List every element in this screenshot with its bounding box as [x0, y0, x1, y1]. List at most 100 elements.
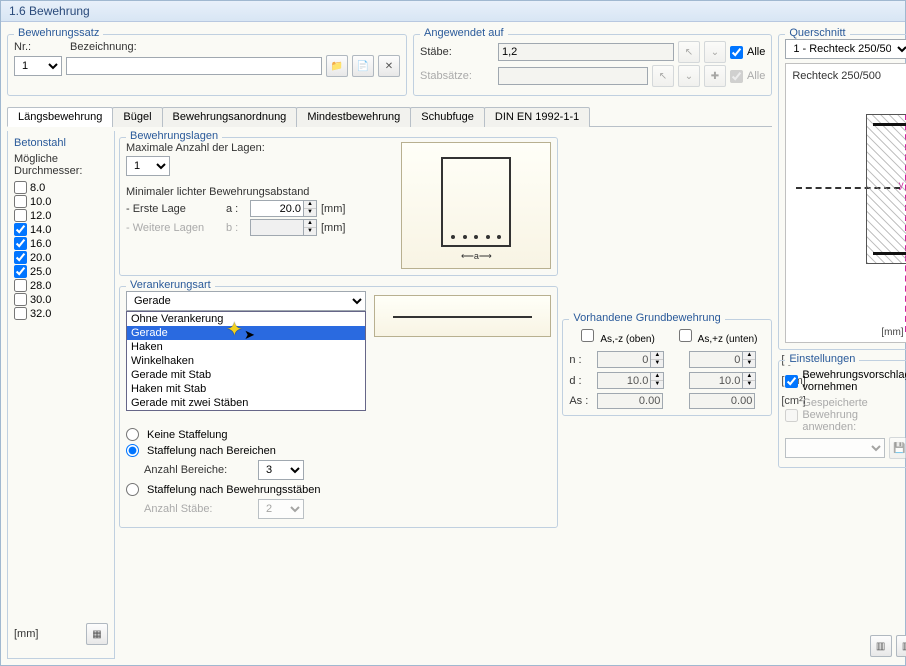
staebe-label: Stäbe: [420, 46, 494, 58]
bewehrungssatz-group: Bewehrungssatz Nr.: Bezeichnung: 1 📁 📄 ✕ [7, 34, 407, 96]
n-top [597, 351, 651, 368]
delete-icon[interactable]: ✕ [378, 55, 400, 77]
opt-gespeichert: Gespeicherte Bewehrung anwenden: [785, 397, 906, 433]
verankerung-option[interactable]: Winkelhaken [127, 354, 365, 368]
tab-din[interactable]: DIN EN 1992-1-1 [484, 107, 590, 127]
querschnitt-group: Querschnitt 1 - Rechteck 250/500 Rechtec… [778, 34, 906, 350]
diam-30.0[interactable]: 30.0 [14, 293, 108, 306]
save-icon: 💾 [889, 437, 906, 459]
alle-staebe-check[interactable]: Alle [730, 46, 765, 59]
diam-unit: [mm] [14, 628, 38, 640]
diam-16.0[interactable]: 16.0 [14, 237, 108, 250]
filter-staebe-icon: ⌄ [704, 41, 726, 63]
tab-mindest[interactable]: Mindestbewehrung [296, 107, 411, 127]
opt-vorschlag[interactable]: Bewehrungsvorschlag vornehmen [785, 369, 906, 393]
einstellungen-group: Einstellungen Bewehrungsvorschlag vorneh… [778, 360, 906, 468]
layout2-icon[interactable]: ▥ [896, 635, 906, 657]
diam-10.0[interactable]: 10.0 [14, 195, 108, 208]
saved-select [785, 438, 884, 458]
verankerung-options[interactable]: Ohne VerankerungGeradeHakenWinkelhakenGe… [126, 311, 366, 411]
as-bot-check[interactable]: As,+z (unten) [675, 326, 758, 345]
diam-8.0[interactable]: 8.0 [14, 181, 108, 194]
new-set-icon: ✚ [704, 65, 726, 87]
diam-25.0[interactable]: 25.0 [14, 265, 108, 278]
verankerung-graphic [374, 295, 551, 337]
verankerung-option[interactable]: Gerade mit zwei Stäben [127, 396, 365, 410]
copy-icon[interactable]: 📄 [352, 55, 374, 77]
n-bot [689, 351, 743, 368]
dialog-window: 1.6 Bewehrung Bewehrungssatz Nr.: Bezeic… [0, 0, 906, 666]
anz-staebe-label: Anzahl Stäbe: [144, 503, 254, 515]
verankerung-option[interactable]: Haken mit Stab [127, 382, 365, 396]
tab-laengs[interactable]: Längsbewehrung [7, 107, 113, 127]
stabsaetze-field [498, 67, 648, 85]
as-bot [689, 393, 755, 409]
verankerung-option[interactable]: Gerade [127, 326, 365, 340]
radio-staebe[interactable]: Staffelung nach Bewehrungsstäben [126, 483, 551, 496]
diam-14.0[interactable]: 14.0 [14, 223, 108, 236]
betonstahl-group: Betonstahl Mögliche Durchmesser: 8.010.0… [7, 131, 115, 659]
verankerung-option[interactable]: Gerade mit Stab [127, 368, 365, 382]
lagen-group: Bewehrungslagen Maximale Anzahl der Lage… [119, 137, 558, 276]
as-top-check[interactable]: As,-z (oben) [577, 326, 655, 345]
verankerung-group: Verankerungsart Gerade Ohne VerankerungG… [119, 286, 558, 528]
verankerung-option[interactable]: Ohne Verankerung [127, 312, 365, 326]
min-abstand-label: Minimaler lichter Bewehrungsabstand [126, 186, 393, 198]
lage-graphic: ⟵a⟶ [401, 142, 551, 269]
diam-lib-icon[interactable]: ▦ [86, 623, 108, 645]
einstellungen-legend: Einstellungen [785, 353, 859, 365]
nr-select[interactable]: 1 [14, 56, 62, 76]
pick-sets-icon: ↖ [652, 65, 674, 87]
querschnitt-preview: Rechteck 250/500 y z [mm] [785, 63, 906, 343]
querschnitt-select[interactable]: 1 - Rechteck 250/500 [785, 39, 906, 59]
erste-value[interactable] [250, 200, 304, 217]
bezeichnung-input[interactable] [66, 57, 322, 75]
diam-12.0[interactable]: 12.0 [14, 209, 108, 222]
verankerung-select[interactable]: Gerade [126, 291, 366, 311]
verankerung-option[interactable]: Haken [127, 340, 365, 354]
diam-desc: Mögliche Durchmesser: [14, 153, 108, 177]
diameter-list: 8.010.012.014.016.020.025.028.030.032.0 [14, 181, 108, 320]
tab-anordnung[interactable]: Bewehrungsanordnung [162, 107, 298, 127]
querschnitt-legend: Querschnitt [785, 27, 849, 39]
verankerung-legend: Verankerungsart [126, 279, 215, 291]
lagen-legend: Bewehrungslagen [126, 130, 222, 142]
verankerung-dropdown[interactable]: Gerade Ohne VerankerungGeradeHakenWinkel… [126, 291, 366, 337]
anz-bereiche-select[interactable]: 3 [258, 460, 304, 480]
layout1-icon[interactable]: ▥ [870, 635, 892, 657]
max-lagen-label: Maximale Anzahl der Lagen: [126, 142, 393, 154]
as-top [597, 393, 663, 409]
stabsaetze-label: Stabsätze: [420, 70, 494, 82]
betonstahl-legend: Betonstahl [14, 137, 108, 149]
erste-unit: [mm] [321, 203, 345, 215]
weitere-unit: [mm] [321, 222, 345, 234]
angewendet-group: Angewendet auf Stäbe: ↖ ⌄ Alle Stabsätze… [413, 34, 772, 96]
filter-sets-icon: ⌄ [678, 65, 700, 87]
grund-legend: Vorhandene Grundbewehrung [569, 312, 724, 324]
weitere-label: - Weitere Lagen [126, 222, 222, 234]
bewehrungssatz-legend: Bewehrungssatz [14, 27, 103, 39]
diam-32.0[interactable]: 32.0 [14, 307, 108, 320]
nr-label: Nr.: [14, 41, 66, 53]
open-icon[interactable]: 📁 [326, 55, 348, 77]
spin-up-icon[interactable]: ▲ [304, 201, 316, 209]
anz-staebe-select: 2 [258, 499, 304, 519]
tab-bar: Längsbewehrung Bügel Bewehrungsanordnung… [7, 106, 772, 127]
angewendet-legend: Angewendet auf [420, 27, 508, 39]
window-title: 1.6 Bewehrung [1, 1, 905, 22]
tab-buegel[interactable]: Bügel [112, 107, 162, 127]
d-top [597, 372, 651, 389]
diam-28.0[interactable]: 28.0 [14, 279, 108, 292]
diam-20.0[interactable]: 20.0 [14, 251, 108, 264]
erste-label: - Erste Lage [126, 203, 222, 215]
tab-schubfuge[interactable]: Schubfuge [410, 107, 485, 127]
d-bot [689, 372, 743, 389]
radio-bereiche[interactable]: Staffelung nach Bereichen [126, 444, 551, 457]
radio-keine[interactable]: Keine Staffelung [126, 428, 551, 441]
weitere-sym: b : [226, 222, 246, 234]
max-lagen-select[interactable]: 1 [126, 156, 170, 176]
weitere-value [250, 219, 304, 236]
spin-down-icon[interactable]: ▼ [304, 209, 316, 216]
anz-bereiche-label: Anzahl Bereiche: [144, 464, 254, 476]
bezeichnung-label: Bezeichnung: [70, 41, 137, 53]
